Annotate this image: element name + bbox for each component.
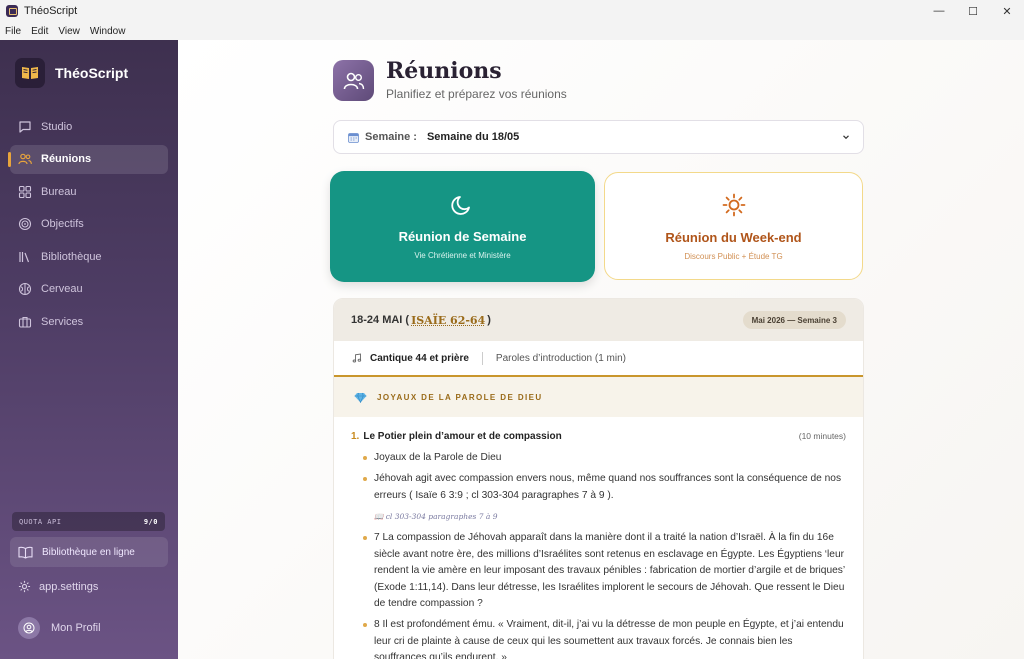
weekday-meeting-card[interactable]: Réunion de Semaine Vie Chrétienne et Min… [330, 171, 595, 282]
sidebar-item-objectifs[interactable]: Objectifs [10, 210, 168, 239]
window-controls: — ☐ ✕ [922, 0, 1024, 22]
briefcase-icon [18, 316, 32, 328]
weekend-meeting-subtitle: Discours Public + Étude TG [684, 252, 783, 261]
calendar-icon [348, 132, 359, 143]
chat-bubble-icon [19, 120, 31, 133]
sidebar-nav: Studio Réunions Bureau Objectifs Bibliot… [8, 112, 168, 340]
week-selector[interactable]: Semaine : Semaine du 18/05 [333, 120, 864, 154]
program-dates: 18-24 MAI ( [351, 314, 410, 326]
profile-link[interactable]: Mon Profil [18, 617, 101, 639]
gear-icon [18, 580, 31, 593]
close-icon[interactable]: ✕ [990, 0, 1024, 22]
sidebar-item-label: Studio [41, 120, 73, 133]
bible-reading-link[interactable]: ISAÏE 62-64 [411, 314, 485, 327]
section-header: JOYAUX DE LA PAROLE DE DIEU [334, 377, 863, 417]
menu-view[interactable]: View [58, 26, 80, 37]
sidebar-item-reunions[interactable]: Réunions [8, 144, 168, 174]
song-label: Cantique 44 et prière [370, 352, 469, 364]
week-selector-value: Semaine du 18/05 [426, 131, 520, 143]
list-item: Jéhovah agit avec compassion envers nous… [363, 471, 846, 504]
sidebar-item-label: Bibliothèque [41, 250, 102, 263]
sidebar-item-label: Bureau [41, 185, 77, 198]
reference-link[interactable]: 📖 cl 303-304 paragraphes 7 à 9 [363, 509, 846, 526]
user-icon [23, 622, 35, 634]
sidebar-item-bureau[interactable]: Bureau [10, 177, 168, 206]
section-title: JOYAUX DE LA PAROLE DE DIEU [377, 392, 543, 402]
intro-label: Paroles d’introduction (1 min) [495, 352, 626, 364]
online-library-label: Bibliothèque en ligne [42, 546, 135, 558]
page-subtitle: Planifiez et préparez vos réunions [386, 87, 567, 101]
program-header: 18-24 MAI ( ISAÏE 62-64 ) Mai 2026 — Sem… [334, 299, 863, 341]
menu-edit[interactable]: Edit [31, 26, 48, 37]
sidebar-item-cerveau[interactable]: Cerveau [10, 275, 168, 304]
divider [481, 351, 483, 365]
list-item: 8 Il est profondément ému. « Vraiment, d… [363, 617, 846, 659]
menu-file[interactable]: File [5, 26, 21, 37]
weekend-meeting-title: Réunion du Week-end [665, 230, 802, 245]
program-part: 1. Le Potier plein d’amour et de compass… [334, 417, 863, 659]
book-icon [15, 58, 45, 88]
target-icon [18, 217, 32, 231]
settings-link[interactable]: app.settings [18, 580, 98, 593]
sidebar-item-studio[interactable]: Studio [10, 112, 168, 141]
list-item: 7 La compassion de Jéhovah apparaît dans… [363, 530, 846, 613]
music-note-icon [352, 353, 362, 363]
sidebar-item-label: Cerveau [41, 283, 83, 295]
list-item: Joyaux de la Parole de Dieu [363, 450, 846, 467]
part-title-row: 1. Le Potier plein d’amour et de compass… [351, 431, 846, 442]
program-dates-close: ) [487, 314, 491, 326]
grid-icon [18, 185, 32, 198]
sidebar-item-label: Objectifs [41, 218, 84, 230]
maximize-icon[interactable]: ☐ [956, 0, 990, 22]
minimize-icon[interactable]: — [922, 0, 956, 22]
week-selector-label: Semaine : [365, 131, 417, 143]
brain-icon [18, 282, 32, 296]
quota-indicator: QUOTA API 9/0 [12, 512, 165, 531]
menu-window[interactable]: Window [90, 26, 126, 37]
weekend-meeting-card[interactable]: Réunion du Week-end Discours Public + Ét… [604, 172, 863, 280]
sidebar-item-bibliotheque[interactable]: Bibliothèque [10, 242, 168, 271]
main-content: Réunions Planifiez et préparez vos réuni… [178, 40, 1024, 659]
part-duration: (10 minutes) [798, 431, 846, 441]
brand[interactable]: ThéoScript [15, 58, 128, 88]
title-bar: ThéoScript — ☐ ✕ [0, 0, 1024, 22]
moon-icon [451, 196, 470, 215]
online-library-button[interactable]: Bibliothèque en ligne [10, 537, 168, 567]
window-title: ThéoScript [24, 5, 78, 17]
sidebar-item-label: Réunions [41, 153, 92, 165]
sidebar-item-label: Services [41, 315, 84, 328]
brand-name: ThéoScript [55, 65, 129, 81]
week-badge: Mai 2026 — Semaine 3 [742, 311, 846, 329]
avatar [18, 617, 40, 639]
weekday-meeting-subtitle: Vie Chrétienne et Ministère [414, 251, 511, 260]
open-book-icon [18, 546, 33, 559]
part-number: 1. [351, 431, 360, 442]
quota-value: 9/0 [143, 517, 158, 526]
users-icon [333, 60, 374, 101]
settings-label: app.settings [39, 580, 99, 593]
weekday-meeting-title: Réunion de Semaine [398, 229, 527, 244]
profile-label: Mon Profil [51, 622, 101, 634]
page-title: Réunions [386, 58, 502, 84]
meeting-program: 18-24 MAI ( ISAÏE 62-64 ) Mai 2026 — Sem… [333, 298, 864, 659]
chevron-down-icon [843, 135, 849, 140]
app-icon [6, 5, 18, 17]
part-points: Joyaux de la Parole de Dieu Jéhovah agit… [363, 450, 846, 659]
part-title: Le Potier plein d’amour et de compassion [363, 431, 562, 442]
song-row: Cantique 44 et prière Paroles d’introduc… [334, 341, 863, 377]
library-icon [19, 251, 30, 262]
quota-label: QUOTA API [19, 517, 62, 526]
gem-icon [354, 392, 367, 403]
sidebar-item-services[interactable]: Services [10, 307, 168, 336]
menu-bar: File Edit View Window [0, 22, 1024, 40]
reference-label: cl 303-304 paragraphes 7 à 9 [385, 511, 498, 521]
sun-icon [722, 193, 746, 217]
users-icon [18, 153, 32, 165]
sidebar: ThéoScript Studio Réunions Bureau Object… [0, 40, 178, 659]
